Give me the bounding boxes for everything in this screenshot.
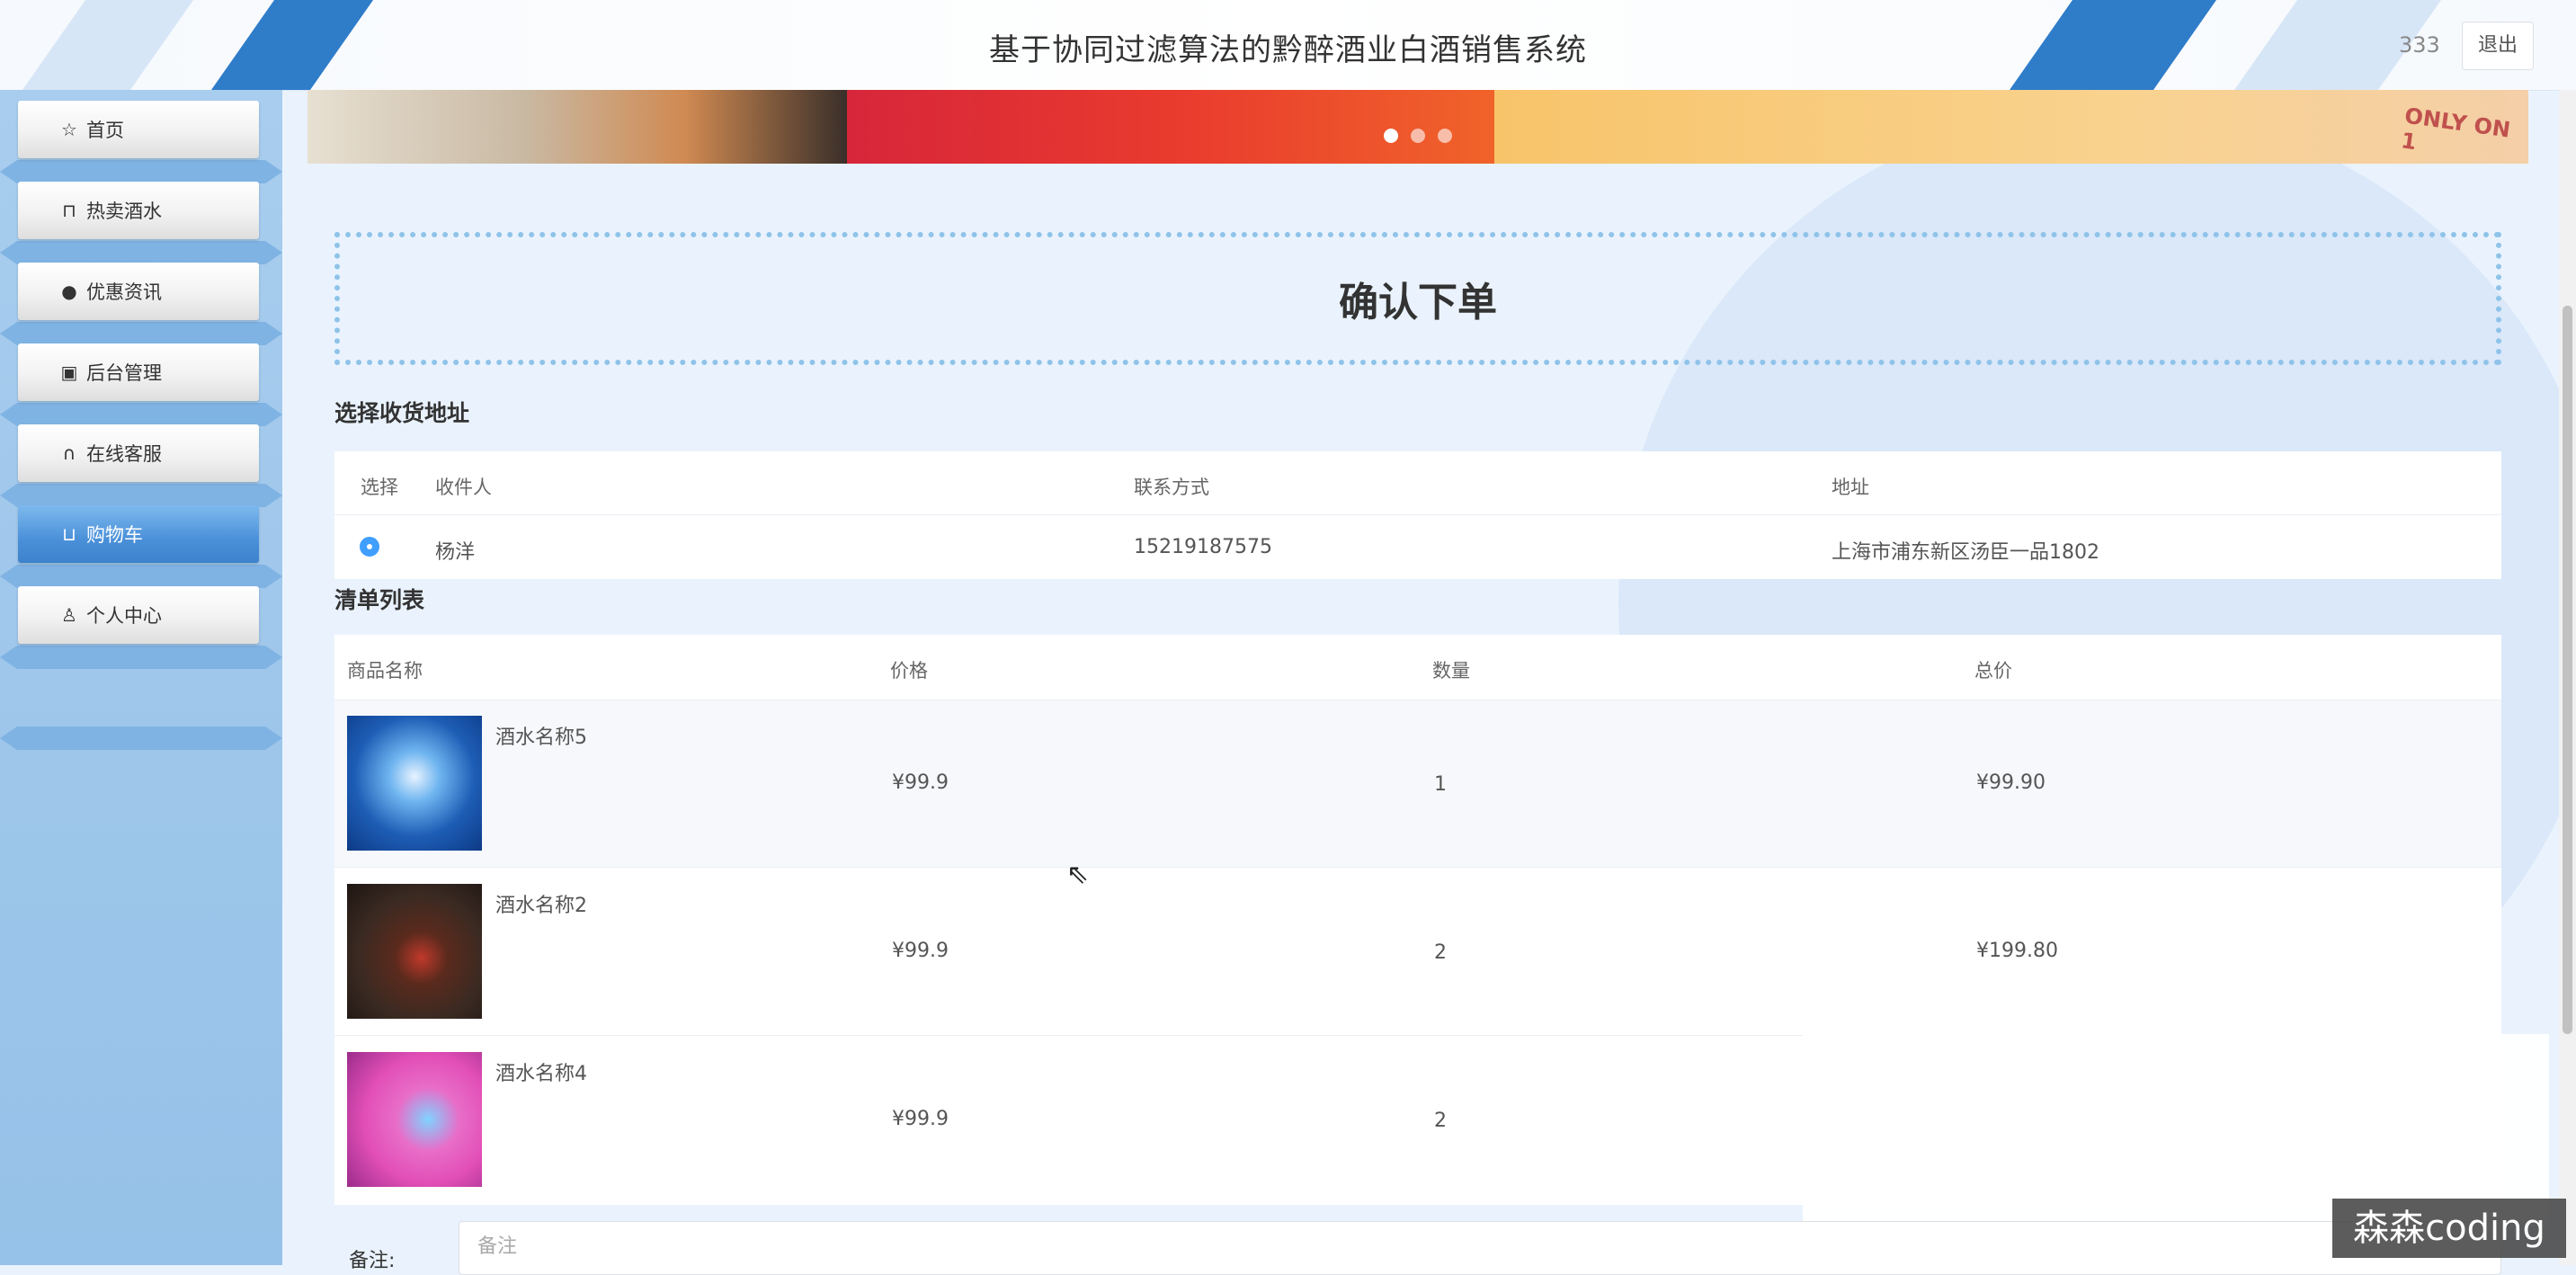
carousel-dot[interactable]: [1411, 129, 1425, 143]
product-thumbnail: [347, 716, 482, 851]
page-title: 确认下单: [1339, 280, 1497, 325]
table-row: [334, 700, 2501, 867]
column-header: 地址: [1832, 477, 1869, 498]
banner-carousel[interactable]: ONLY ON 1: [308, 90, 2528, 164]
sidebar-divider: [0, 241, 282, 264]
sidebar-divider: [0, 160, 282, 183]
banner-image: [308, 90, 847, 164]
bag-icon: ⊓: [62, 200, 76, 221]
row-divider: [334, 514, 2501, 515]
star-icon: ☆: [61, 119, 77, 140]
sidebar-item-label: 在线客服: [86, 443, 162, 465]
headset-icon: ∩: [62, 442, 76, 464]
sidebar-item-admin[interactable]: ▣ 后台管理: [18, 343, 259, 401]
username-label: 333: [2399, 32, 2440, 58]
info-icon: ●: [61, 281, 77, 302]
scrollbar-thumb[interactable]: [2563, 306, 2572, 1034]
price-cell: ¥99.9: [892, 940, 949, 962]
carousel-dot[interactable]: [1438, 129, 1452, 143]
box-icon: ▣: [60, 361, 78, 383]
product-thumbnail: [347, 884, 482, 1019]
quantity-cell: 2: [1434, 941, 1447, 964]
quantity-cell: 1: [1434, 773, 1447, 796]
address-cell: 上海市浦东新区汤臣一品1802: [1832, 541, 2099, 564]
product-name: 酒水名称4: [495, 1063, 587, 1085]
banner-image: [847, 90, 1494, 164]
product-thumbnail: [347, 1052, 482, 1187]
app-title: 基于协同过滤算法的黔醉酒业白酒销售系统: [989, 32, 1587, 68]
column-header: 价格: [890, 660, 928, 682]
column-header: 总价: [1974, 660, 2012, 682]
sidebar-divider: [0, 322, 282, 345]
banner-image: [1494, 90, 2528, 164]
sidebar-item-label: 个人中心: [86, 605, 162, 627]
cart-icon: ⊔: [62, 523, 76, 545]
column-header: 选择: [361, 477, 398, 498]
order-list-section-label: 清单列表: [334, 587, 425, 613]
column-header: 数量: [1432, 660, 1470, 682]
sidebar-divider: [0, 646, 282, 669]
mouse-cursor-icon: ⇖: [1066, 859, 1090, 890]
page-title-box: 确认下单: [334, 232, 2501, 365]
watermark: 森森coding: [2332, 1199, 2566, 1258]
row-divider: [334, 867, 2501, 868]
sidebar-item-home[interactable]: ☆ 首页: [18, 101, 259, 158]
top-header: 基于协同过滤算法的黔醉酒业白酒销售系统 333 退出: [0, 0, 2576, 91]
recipient-cell: 杨洋: [435, 541, 476, 564]
remark-label: 备注:: [349, 1250, 396, 1272]
sidebar-item-profile[interactable]: ♙ 个人中心: [18, 586, 259, 644]
sidebar-item-label: 购物车: [86, 524, 143, 546]
column-header: 商品名称: [347, 660, 423, 682]
sidebar-item-promotions[interactable]: ● 优惠资讯: [18, 263, 259, 320]
sidebar-item-label: 首页: [86, 120, 124, 141]
user-icon: ♙: [61, 604, 77, 626]
column-header: 收件人: [435, 477, 492, 498]
sidebar-item-hot-drinks[interactable]: ⊓ 热卖酒水: [18, 182, 259, 239]
price-cell: ¥99.9: [892, 1108, 949, 1130]
product-name: 酒水名称2: [495, 895, 587, 917]
column-header: 联系方式: [1134, 477, 1209, 498]
total-cell: ¥99.90: [1976, 771, 2046, 794]
sidebar-item-cart[interactable]: ⊔ 购物车: [18, 505, 259, 563]
quantity-cell: 2: [1434, 1110, 1447, 1132]
sidebar-item-support[interactable]: ∩ 在线客服: [18, 424, 259, 482]
sidebar-item-label: 优惠资讯: [86, 281, 162, 303]
remark-input[interactable]: 备注: [459, 1221, 2501, 1275]
address-radio[interactable]: [360, 537, 379, 557]
sidebar-divider: [0, 484, 282, 507]
sidebar-divider: [0, 565, 282, 588]
price-cell: ¥99.9: [892, 771, 949, 794]
address-section-label: 选择收货地址: [334, 400, 470, 426]
total-cell: ¥199.80: [1976, 940, 2058, 962]
logout-button[interactable]: 退出: [2462, 22, 2534, 70]
sidebar-item-label: 热卖酒水: [86, 201, 162, 222]
sidebar-divider: [0, 403, 282, 426]
sidebar-divider: [0, 727, 282, 750]
phone-cell: 15219187575: [1134, 536, 1272, 558]
address-table: [334, 451, 2501, 579]
sidebar-item-label: 后台管理: [86, 362, 162, 384]
overlay-panel: [1803, 1034, 2549, 1223]
carousel-dot[interactable]: [1384, 129, 1398, 143]
product-name: 酒水名称5: [495, 727, 587, 749]
